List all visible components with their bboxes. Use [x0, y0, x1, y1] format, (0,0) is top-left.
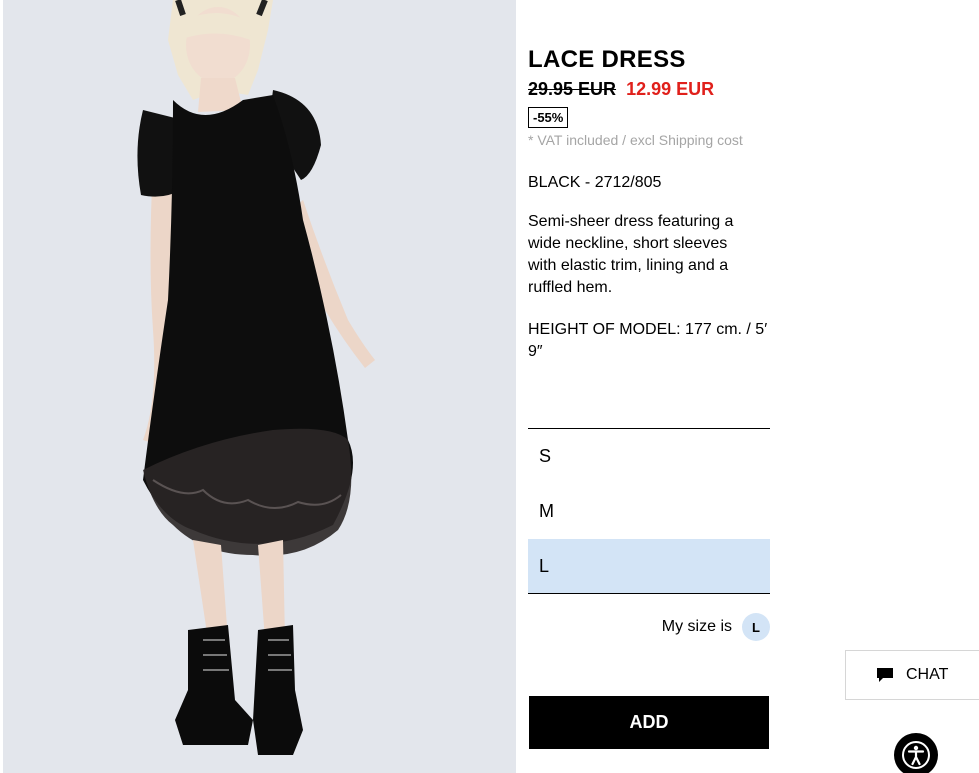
add-to-cart-button[interactable]: ADD	[529, 696, 769, 749]
chat-label: CHAT	[906, 666, 949, 683]
product-photo-illustration	[3, 0, 516, 773]
size-option-m[interactable]: M	[528, 484, 770, 539]
my-size-recommendation[interactable]: My size is L	[528, 613, 770, 641]
size-option-s[interactable]: S	[528, 429, 770, 484]
product-info: LACE DRESS 29.95 EUR 12.99 EUR -55% * VAT…	[528, 46, 770, 363]
chat-bubble-icon	[877, 668, 893, 682]
vat-note: * VAT included / excl Shipping cost	[528, 132, 743, 148]
price-row: 29.95 EUR 12.99 EUR	[528, 78, 770, 100]
accessibility-icon	[902, 741, 930, 769]
my-size-badge[interactable]: L	[742, 613, 770, 641]
discount-badge: -55%	[528, 107, 569, 128]
color-reference: BLACK - 2712/805	[528, 174, 662, 191]
my-size-label: My size is	[661, 618, 732, 635]
old-price: 29.95 EUR	[528, 79, 617, 99]
model-height: HEIGHT OF MODEL: 177 cm. / 5′ 9″	[528, 321, 768, 360]
product-title: LACE DRESS	[528, 46, 686, 73]
accessibility-button[interactable]	[894, 733, 938, 773]
sale-price: 12.99 EUR	[626, 79, 715, 99]
chat-button[interactable]: CHAT	[845, 650, 979, 700]
size-selector: S M L	[528, 428, 770, 594]
product-page: LACE DRESS 29.95 EUR 12.99 EUR -55% * VAT…	[0, 0, 979, 773]
product-description: Semi-sheer dress featuring a wide neckli…	[528, 213, 734, 296]
product-image[interactable]	[3, 0, 516, 773]
size-option-l[interactable]: L	[528, 539, 770, 594]
